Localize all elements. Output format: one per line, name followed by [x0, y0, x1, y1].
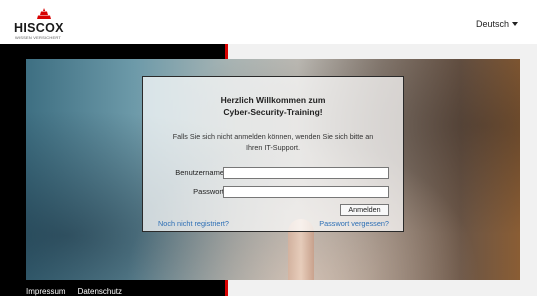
- login-help-line-1: Falls Sie sich nicht anmelden können, we…: [172, 132, 374, 141]
- login-help-message: Falls Sie sich nicht anmelden können, we…: [143, 131, 403, 153]
- language-selector[interactable]: Deutsch: [476, 19, 518, 29]
- header: HISCOX WISSEN VERSICHERT Deutsch: [0, 0, 537, 44]
- language-label: Deutsch: [475, 19, 509, 29]
- impressum-link[interactable]: Impressum: [26, 287, 66, 296]
- login-title-line-2: Cyber-Security-Training!: [223, 107, 323, 117]
- login-card: Herzlich Willkommen zum Cyber-Security-T…: [142, 76, 404, 232]
- footer-links: Impressum Datenschutz: [26, 287, 122, 296]
- forgot-password-link[interactable]: Passwort vergessen?: [319, 219, 389, 228]
- logo-tagline: WISSEN VERSICHERT: [15, 35, 61, 40]
- hiscox-logo[interactable]: HISCOX WISSEN VERSICHERT: [14, 8, 74, 40]
- login-help-line-2: Ihren IT-Support.: [246, 143, 300, 152]
- crest-icon: [37, 8, 51, 19]
- datenschutz-link[interactable]: Datenschutz: [78, 287, 122, 296]
- register-link[interactable]: Noch nicht registriert?: [158, 219, 229, 228]
- username-input[interactable]: [223, 167, 389, 179]
- login-button[interactable]: Anmelden: [340, 204, 389, 216]
- logo-text: HISCOX: [14, 21, 64, 35]
- username-label: Benutzername: [175, 168, 224, 177]
- caret-down-icon: [512, 22, 518, 26]
- password-input[interactable]: [223, 186, 389, 198]
- login-title-line-1: Herzlich Willkommen zum: [220, 95, 326, 105]
- password-label: Passwort: [193, 187, 224, 196]
- login-title: Herzlich Willkommen zum Cyber-Security-T…: [143, 94, 403, 118]
